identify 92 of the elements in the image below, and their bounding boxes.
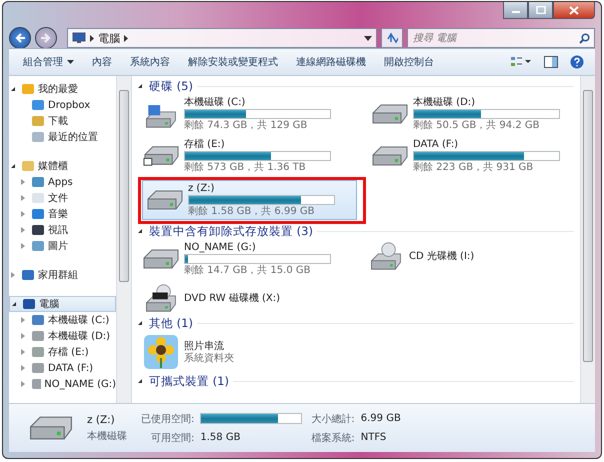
breadcrumb-item[interactable]: 電腦 [98, 30, 120, 46]
drive-name: NO_NAME (G:) [184, 242, 257, 253]
drive-tile[interactable]: DVD RW 磁碟機 (X:) [138, 281, 353, 315]
dvd-drive-icon [143, 284, 179, 312]
right-arrow-icon [40, 32, 52, 44]
drive-name: 本機磁碟 (C:) [184, 97, 246, 108]
sidebar-item[interactable]: DATA (F:) [9, 360, 116, 376]
help-icon [570, 55, 584, 69]
dropdown-arrow-icon[interactable] [364, 36, 372, 40]
sidebar-item[interactable]: 本機磁碟 (D:) [9, 328, 116, 344]
toolbar-button[interactable]: 開啟控制台 [376, 52, 442, 72]
maximize-button[interactable] [528, 2, 553, 19]
drive-tile[interactable]: CD 光碟機 (I:) [363, 239, 578, 273]
collapse-toggle[interactable] [138, 229, 142, 233]
field-label: 可用空間: [150, 432, 194, 444]
toolbar-button[interactable]: 解除安裝或變更程式 [180, 52, 286, 72]
refresh-button[interactable] [381, 28, 403, 48]
drive-tile[interactable]: z (Z:) 剩餘 1.58 GB，共 6.99 GB [142, 180, 357, 220]
search-field[interactable]: 搜尋 電腦 [407, 28, 595, 48]
back-button[interactable] [9, 27, 31, 49]
minimize-button[interactable] [503, 2, 528, 19]
close-icon [569, 6, 579, 14]
field-label: 大小總計: [311, 412, 355, 426]
address-bar[interactable]: 電腦 [67, 28, 377, 48]
sidebar-item[interactable]: Apps [9, 174, 116, 190]
toolbar-button[interactable]: 連線網路磁碟機 [288, 52, 374, 72]
drive-name: DVD RW 磁碟機 (X:) [184, 292, 282, 304]
field-label: 檔案系統: [311, 432, 355, 444]
sidebar-item[interactable]: 本機磁碟 (C:) [9, 312, 116, 328]
toolbar-button[interactable]: 組合管理 [15, 52, 82, 72]
sidebar-item[interactable]: NO_NAME (G:) [9, 376, 116, 392]
drive-tile[interactable]: 本機磁碟 (D:) 剩餘 50.5 GB，共 94.2 GB [367, 94, 580, 134]
sidebar-item[interactable]: 視訊 [9, 222, 116, 238]
sidebar-item[interactable]: 媒體櫃 [9, 158, 116, 174]
drive-tile[interactable]: 本機磁碟 (C:) 剩餘 74.3 GB，共 129 GB [138, 94, 353, 134]
sidebar-item[interactable]: 家用群組 [9, 267, 116, 283]
drive-name: DATA (F:) [413, 139, 460, 150]
scrollbar[interactable] [580, 76, 595, 403]
collapse-toggle[interactable] [138, 84, 142, 88]
chevron-icon[interactable] [124, 34, 128, 42]
left-arrow-icon [14, 32, 26, 44]
sidebar-item[interactable]: 我的最愛 [9, 81, 116, 97]
preview-pane-icon [544, 56, 558, 68]
drive-space-text: 系統資料夾 [184, 352, 235, 364]
field-value: 6.99 GB [360, 413, 401, 424]
group-heading[interactable]: 裝置中含有卸除式存放裝置 (3) [149, 224, 313, 238]
drive-tile[interactable]: DATA (F:) 剩餘 223 GB，共 931 GB [367, 136, 580, 176]
drive-name: 照片串流 [184, 340, 225, 352]
drive-tile[interactable]: NO_NAME (G:) 剩餘 14.7 GB，共 15.0 GB [138, 239, 353, 279]
sidebar-item[interactable]: Dropbox [9, 97, 116, 113]
drive-name: 本機磁碟 (D:) [413, 97, 476, 108]
scrollbar[interactable] [116, 76, 131, 403]
view-list-icon [510, 56, 532, 68]
drive-tile[interactable]: 存檔 (E:) 剩餘 573 GB，共 1.36 TB [138, 136, 353, 176]
drive-space-text: 剩餘 14.7 GB，共 15.0 GB [184, 265, 312, 276]
drive-tile[interactable]: 照片串流 系統資料夾 [138, 331, 353, 373]
drive-name: CD 光碟機 (I:) [409, 250, 476, 262]
sidebar-item[interactable]: 文件 [9, 190, 116, 206]
sunflower-icon [143, 334, 179, 370]
field-label: 已使用空間: [141, 412, 194, 426]
maximize-icon [536, 6, 546, 14]
drive-space-text: 剩餘 223 GB，共 931 GB [413, 162, 534, 173]
close-button[interactable] [553, 2, 595, 19]
field-value: 1.58 GB [200, 432, 242, 443]
drive-name: z (Z:) [87, 414, 116, 426]
sidebar-item[interactable]: 圖片 [9, 238, 116, 254]
toolbar-button[interactable]: 內容 [84, 52, 120, 72]
sidebar-item[interactable]: 音樂 [9, 206, 116, 222]
field-value: NTFS [360, 432, 388, 443]
chevron-icon[interactable] [90, 34, 94, 42]
sidebar-item[interactable]: 存檔 (E:) [9, 344, 116, 360]
drive-space-text: 剩餘 74.3 GB，共 129 GB [184, 120, 308, 131]
drive-space-text: 剩餘 573 GB，共 1.36 TB [184, 162, 307, 173]
forward-button[interactable] [35, 27, 57, 49]
sidebar-item[interactable]: 下載 [9, 113, 116, 129]
group-heading[interactable]: 其他 (1) [149, 316, 193, 330]
toolbar-button[interactable]: 系統內容 [122, 52, 178, 72]
group-heading[interactable]: 硬碟 (5) [149, 78, 193, 94]
search-icon [579, 33, 590, 44]
drive-space-text: 剩餘 1.58 GB，共 6.99 GB [188, 206, 316, 217]
sidebar-item[interactable]: 電腦 [9, 296, 116, 312]
drive-type: 本機磁碟 [87, 430, 127, 442]
drive-space-text: 剩餘 50.5 GB，共 94.2 GB [413, 120, 540, 131]
collapse-toggle[interactable] [138, 321, 142, 325]
dropdown-arrow-icon [67, 60, 74, 64]
cd-drive-icon [368, 242, 404, 270]
drive-name: z (Z:) [188, 183, 216, 194]
refresh-icon [386, 32, 398, 44]
drive-name: 存檔 (E:) [184, 139, 226, 150]
group-heading[interactable]: 可攜式裝置 (1) [149, 374, 229, 388]
sidebar-item[interactable]: 最近的位置 [9, 129, 116, 145]
collapse-toggle[interactable] [138, 379, 142, 383]
